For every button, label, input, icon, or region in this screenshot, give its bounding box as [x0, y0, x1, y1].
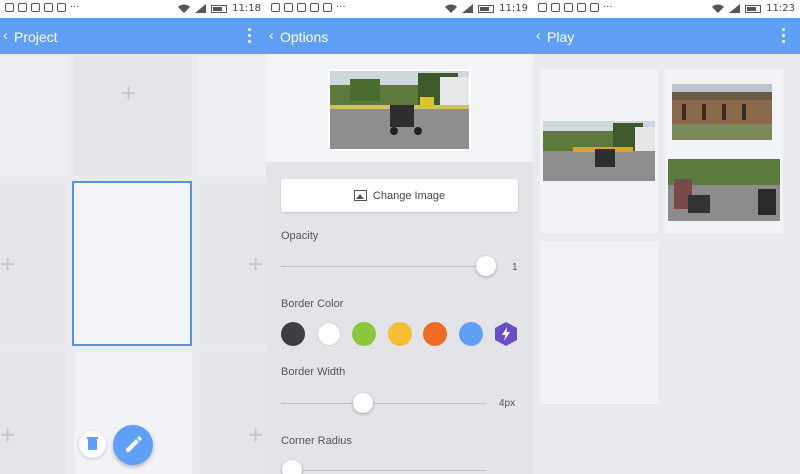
notification-icons: ···	[271, 2, 346, 13]
page-title: Play	[547, 29, 575, 45]
opacity-slider-track[interactable]	[281, 266, 486, 267]
grid-cell[interactable]	[0, 56, 68, 176]
border-width-slider-knob[interactable]	[353, 393, 373, 413]
collage-frame[interactable]	[540, 70, 658, 233]
notification-icons: ···	[5, 2, 80, 13]
overflow-menu-icon[interactable]	[248, 28, 252, 43]
chevron-left-icon[interactable]: ‹	[3, 27, 8, 43]
page-title: Project	[14, 29, 58, 45]
notification-icon	[44, 3, 53, 12]
border-width-slider-track[interactable]	[281, 403, 486, 404]
plus-icon: +	[248, 420, 264, 450]
notification-icon	[323, 3, 332, 12]
notification-icon	[577, 3, 586, 12]
border-color-label: Border Color	[281, 298, 344, 310]
grid-cell[interactable]: +	[200, 184, 266, 344]
color-swatch[interactable]	[352, 322, 376, 346]
trash-icon	[87, 437, 98, 450]
border-width-value: 4px	[499, 398, 516, 409]
notification-icon	[590, 3, 599, 12]
chevron-left-icon[interactable]: ‹	[536, 27, 541, 43]
notification-icon	[551, 3, 560, 12]
grid-cell[interactable]	[198, 56, 266, 176]
wifi-icon	[178, 4, 191, 13]
collage-photo	[668, 159, 780, 221]
change-image-label: Change Image	[372, 189, 446, 202]
status-bar: ··· 11:19	[266, 0, 533, 18]
custom-color-button[interactable]	[493, 321, 519, 347]
pencil-icon	[126, 436, 142, 452]
status-time: 11:18	[232, 3, 261, 14]
play-screen: ··· 11:23 ‹ Play	[533, 0, 800, 474]
notification-icon	[564, 3, 573, 12]
opacity-slider-knob[interactable]	[476, 256, 496, 276]
color-swatch[interactable]	[316, 322, 341, 346]
signal-icon	[729, 4, 741, 13]
project-screen: ··· 11:18 ‹ Project + + + + +	[0, 0, 266, 474]
edit-button[interactable]	[113, 425, 153, 465]
battery-icon	[211, 4, 228, 13]
collage-frame[interactable]	[665, 70, 783, 233]
notification-icon	[297, 3, 306, 12]
collage-photo	[543, 121, 655, 181]
signal-icon	[462, 4, 474, 13]
notification-icon	[57, 3, 66, 12]
color-swatch[interactable]	[458, 322, 483, 346]
grid-cell[interactable]: +	[74, 56, 192, 176]
status-bar: ··· 11:18	[0, 0, 266, 18]
status-time: 11:23	[766, 3, 795, 14]
image-icon	[353, 190, 367, 201]
color-swatch[interactable]	[281, 322, 305, 346]
app-bar: ‹ Play	[533, 18, 800, 54]
corner-radius-slider-knob[interactable]	[282, 460, 302, 474]
battery-icon	[745, 4, 762, 13]
wifi-icon	[445, 4, 458, 13]
options-screen: ··· 11:19 ‹ Options Change Image Opacity…	[266, 0, 533, 474]
change-image-button[interactable]: Change Image	[281, 179, 518, 212]
notification-icon	[5, 3, 14, 12]
opacity-label: Opacity	[281, 230, 319, 242]
collage-photo	[672, 84, 772, 140]
notification-icon	[310, 3, 319, 12]
plus-icon: +	[121, 78, 137, 108]
color-swatch[interactable]	[387, 322, 412, 346]
status-bar: ··· 11:23	[533, 0, 800, 18]
corner-radius-label: Corner Radius	[281, 435, 352, 447]
notification-icon	[284, 3, 293, 12]
overflow-menu-icon[interactable]	[782, 28, 786, 43]
plus-icon: +	[0, 420, 16, 450]
app-bar: ‹ Project	[0, 18, 266, 54]
app-bar: ‹ Options	[266, 18, 533, 54]
wifi-icon	[712, 4, 725, 13]
notification-icons: ···	[538, 2, 613, 13]
more-notifications-icon: ···	[603, 2, 613, 13]
notification-icon	[538, 3, 547, 12]
more-notifications-icon: ···	[70, 2, 80, 13]
page-title: Options	[280, 29, 329, 45]
notification-icon	[271, 3, 280, 12]
corner-radius-slider-track[interactable]	[281, 470, 486, 471]
color-swatch[interactable]	[423, 322, 447, 346]
border-width-label: Border Width	[281, 366, 346, 378]
notification-icon	[31, 3, 40, 12]
opacity-value: 1	[512, 262, 518, 273]
grid-cell[interactable]: +	[0, 184, 66, 344]
chevron-left-icon[interactable]: ‹	[269, 27, 274, 43]
plus-icon: +	[0, 249, 16, 279]
battery-icon	[478, 4, 495, 13]
notification-icon	[18, 3, 27, 12]
image-preview	[328, 69, 471, 151]
selected-grid-cell[interactable]	[72, 181, 192, 346]
delete-button[interactable]	[79, 431, 106, 458]
collage-frame[interactable]	[540, 241, 658, 404]
signal-icon	[195, 4, 207, 13]
image-preview-card	[266, 54, 533, 162]
grid-cell[interactable]: +	[200, 352, 266, 474]
grid-cell[interactable]: +	[0, 352, 66, 474]
plus-icon: +	[248, 249, 264, 279]
status-time: 11:19	[499, 3, 528, 14]
more-notifications-icon: ···	[336, 2, 346, 13]
